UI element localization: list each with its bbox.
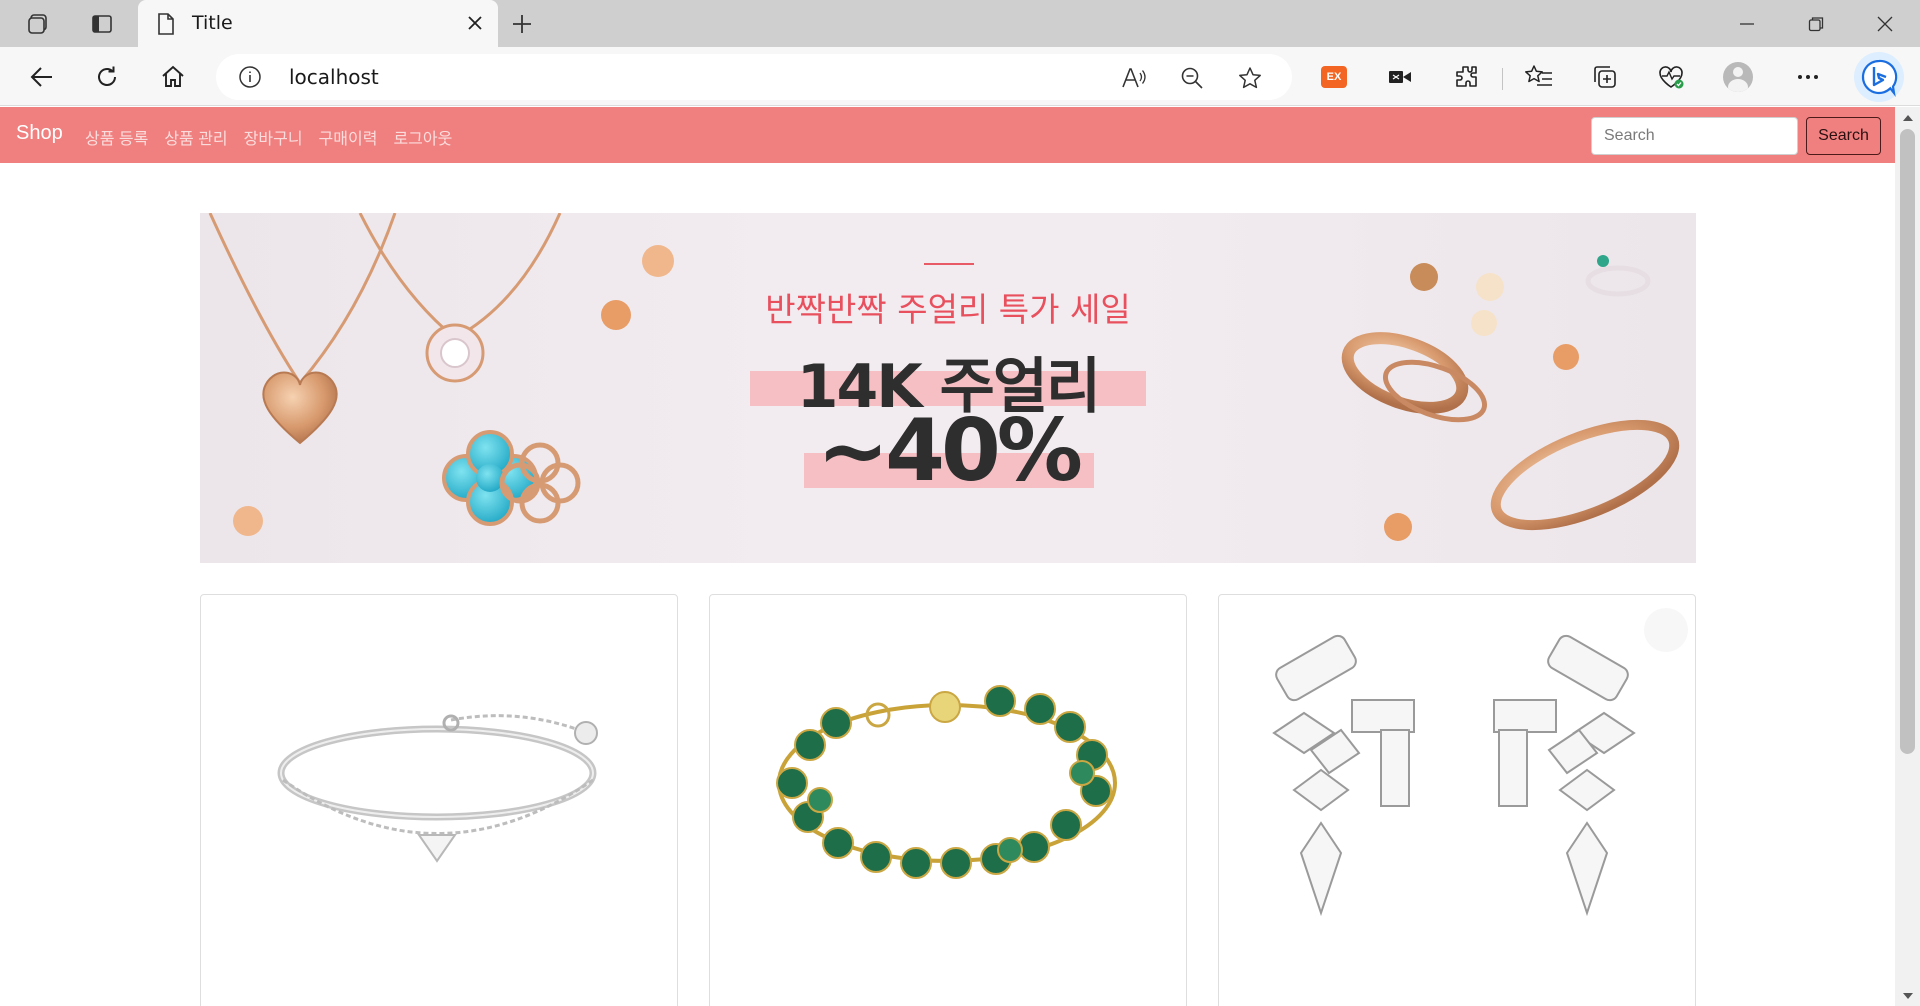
profile-icon[interactable] xyxy=(1720,59,1756,95)
nav-link-manage-products[interactable]: 상품 관리 xyxy=(164,125,227,149)
tab-title: Title xyxy=(192,12,233,34)
new-tab-icon[interactable] xyxy=(508,10,536,38)
media-icon[interactable] xyxy=(1382,59,1418,95)
nav-links: 상품 등록 상품 관리 장바구니 구매이력 로그아웃 xyxy=(85,125,452,149)
nav-link-cart[interactable]: 장바구니 xyxy=(244,125,303,149)
nav-link-register-product[interactable]: 상품 등록 xyxy=(85,125,148,149)
product-card[interactable] xyxy=(1218,594,1696,1006)
scroll-up-icon[interactable] xyxy=(1901,111,1914,124)
favorite-star-icon[interactable] xyxy=(1236,64,1264,92)
home-icon[interactable] xyxy=(155,59,191,95)
page-icon xyxy=(156,12,176,40)
site-navbar: Shop 상품 등록 상품 관리 장바구니 구매이력 로그아웃 Search xyxy=(0,107,1895,163)
brand-link[interactable]: Shop xyxy=(16,122,63,145)
extension-badge: EX xyxy=(1321,66,1347,88)
address-text[interactable]: localhost xyxy=(289,65,379,89)
scroll-down-icon[interactable] xyxy=(1901,989,1914,1002)
info-icon[interactable] xyxy=(238,65,262,89)
tab-actions-icon[interactable] xyxy=(88,10,116,38)
crystal-drop-earrings-image xyxy=(1272,608,1688,917)
window-close-icon[interactable] xyxy=(1869,8,1901,40)
address-bar[interactable]: localhost xyxy=(216,54,1292,100)
toolbar-divider xyxy=(1502,68,1503,90)
zoom-out-icon[interactable] xyxy=(1178,64,1206,92)
browser-toolbar: localhost EX xyxy=(0,47,1920,106)
banner-accent-line xyxy=(924,263,974,265)
banner-discount: ~40% xyxy=(817,401,1083,501)
restore-icon[interactable] xyxy=(1800,8,1832,40)
product-card[interactable] xyxy=(709,594,1187,1006)
promo-banner[interactable]: 반짝반짝 주얼리 특가 세일 14K 주얼리 ~40% xyxy=(200,213,1696,563)
banner-subtitle: 반짝반짝 주얼리 특가 세일 xyxy=(765,290,1131,329)
tab-strip: Title xyxy=(0,0,1920,47)
avatar xyxy=(1723,62,1753,92)
collections-icon[interactable] xyxy=(1587,59,1623,95)
nav-link-purchase-history[interactable]: 구매이력 xyxy=(319,125,378,149)
extension-ex-icon[interactable]: EX xyxy=(1316,59,1352,95)
search-button[interactable]: Search xyxy=(1806,117,1881,155)
minimize-icon[interactable] xyxy=(1731,8,1763,40)
green-clover-bracelet-image xyxy=(776,685,1117,879)
silver-bangle-bracelet-image xyxy=(277,714,598,863)
back-icon[interactable] xyxy=(24,59,60,95)
refresh-icon[interactable] xyxy=(89,59,125,95)
product-card[interactable] xyxy=(200,594,678,1006)
read-aloud-icon[interactable] xyxy=(1120,64,1148,92)
browser-tab[interactable]: Title xyxy=(138,0,498,47)
search-input[interactable] xyxy=(1591,117,1798,155)
bing-copilot-icon[interactable] xyxy=(1854,52,1904,102)
close-icon[interactable] xyxy=(464,12,486,34)
nav-link-logout[interactable]: 로그아웃 xyxy=(393,125,452,149)
more-icon[interactable] xyxy=(1790,59,1826,95)
health-icon[interactable] xyxy=(1653,59,1689,95)
page-viewport: Shop 상품 등록 상품 관리 장바구니 구매이력 로그아웃 Search S… xyxy=(0,107,1895,1006)
extensions-icon[interactable] xyxy=(1448,59,1484,95)
scrollbar-thumb[interactable] xyxy=(1900,129,1915,754)
page-scrollbar[interactable] xyxy=(1895,107,1920,1006)
favorites-icon[interactable] xyxy=(1521,59,1557,95)
workspaces-icon[interactable] xyxy=(24,10,52,38)
